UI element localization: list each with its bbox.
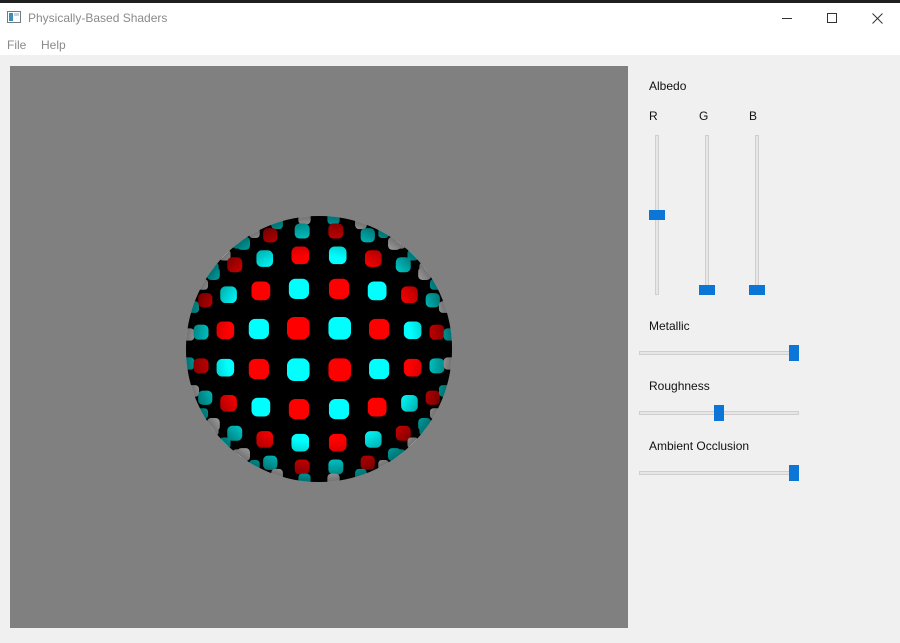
close-icon [871, 12, 883, 24]
albedo-r-label: R [649, 109, 658, 123]
app-window-icon [7, 11, 21, 23]
ambient-occlusion-handle[interactable] [789, 465, 799, 481]
close-button[interactable] [854, 3, 900, 33]
title-bar: Physically-Based Shaders [0, 3, 900, 33]
render-viewport[interactable] [10, 66, 628, 628]
albedo-g-label: G [699, 109, 709, 123]
menu-bar: File Help [0, 33, 900, 55]
maximize-icon [826, 12, 837, 23]
menu-file[interactable]: File [7, 38, 26, 52]
roughness-handle[interactable] [714, 405, 724, 421]
roughness-label: Roughness [649, 379, 710, 393]
minimize-button[interactable] [764, 3, 810, 33]
albedo-label: Albedo [649, 79, 687, 93]
app-window: Physically-Based Shaders File Help Albed… [0, 3, 900, 643]
ambient-occlusion-slider[interactable] [639, 471, 799, 475]
minimize-icon [781, 17, 792, 19]
albedo-g-slider[interactable] [705, 135, 709, 295]
menu-help[interactable]: Help [41, 38, 66, 52]
albedo-b-handle[interactable] [749, 285, 765, 295]
albedo-g-handle[interactable] [699, 285, 715, 295]
shaded-sphere [186, 216, 452, 482]
metallic-label: Metallic [649, 319, 690, 333]
metallic-handle[interactable] [789, 345, 799, 361]
maximize-button[interactable] [809, 3, 855, 33]
window-title: Physically-Based Shaders [28, 11, 168, 25]
albedo-b-label: B [749, 109, 758, 123]
ambient-occlusion-label: Ambient Occlusion [649, 439, 750, 453]
albedo-r-handle[interactable] [649, 210, 665, 220]
metallic-slider[interactable] [639, 351, 799, 355]
albedo-b-slider[interactable] [755, 135, 759, 295]
